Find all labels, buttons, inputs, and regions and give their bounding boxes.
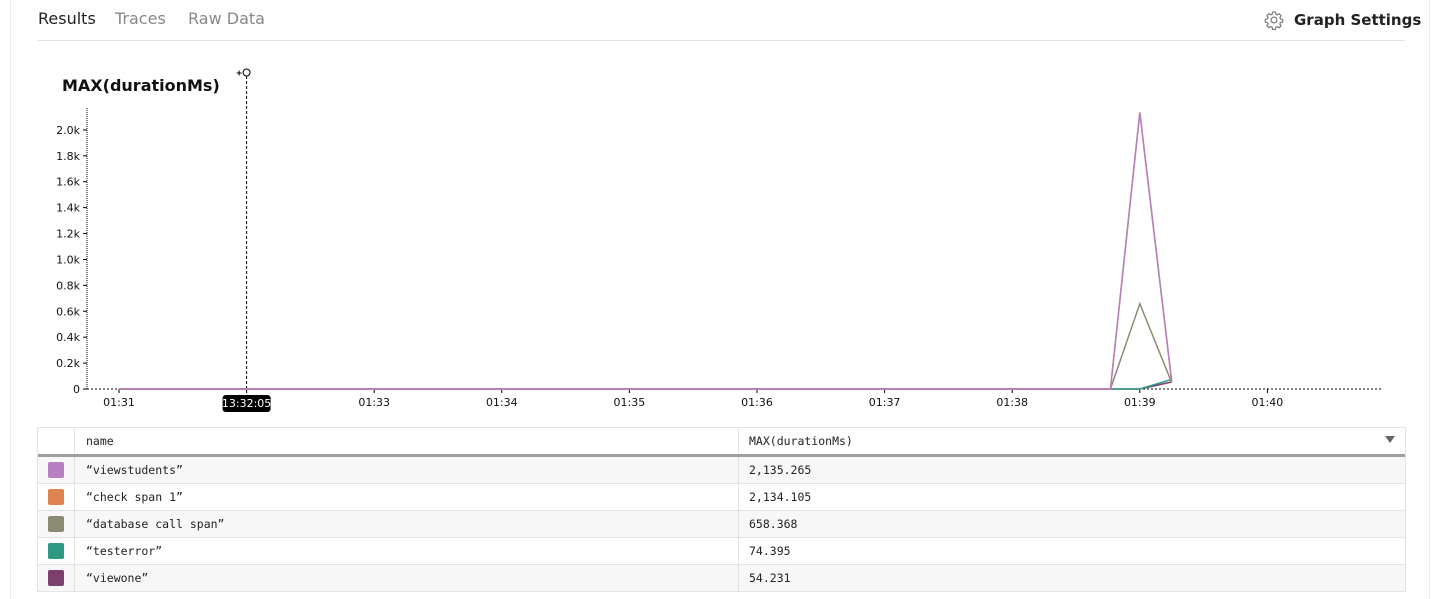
x-tick-label: 01:39 bbox=[1124, 396, 1156, 409]
series-value-cell: 74.395 bbox=[749, 544, 791, 558]
series-name-cell: “viewone” bbox=[75, 565, 739, 591]
x-tick-label: 01:35 bbox=[614, 396, 646, 409]
y-tick-label: 1.0k bbox=[56, 253, 80, 266]
series-line[interactable] bbox=[119, 112, 1173, 390]
series-color-cell bbox=[38, 538, 75, 564]
table-header-row: name MAX(durationMs) bbox=[38, 428, 1405, 457]
series-color-cell bbox=[38, 565, 75, 591]
series-value-cell: 54.231 bbox=[749, 571, 791, 585]
sort-descending-icon[interactable] bbox=[1385, 436, 1395, 443]
table-row[interactable]: “viewstudents” 2,135.265 bbox=[38, 457, 1405, 484]
series-color-swatch[interactable] bbox=[48, 570, 64, 586]
series-line[interactable] bbox=[119, 301, 1173, 390]
series-color-cell bbox=[38, 457, 75, 483]
y-tick-label: 0.2k bbox=[56, 357, 80, 370]
series-color-swatch[interactable] bbox=[48, 489, 64, 505]
header-swatch-cell bbox=[38, 428, 75, 454]
y-tick-label: 1.2k bbox=[56, 228, 80, 241]
column-header-name[interactable]: name bbox=[75, 428, 739, 454]
series-name-cell: “check span 1” bbox=[75, 484, 739, 510]
cursor-handle[interactable] bbox=[242, 68, 251, 77]
table-row[interactable]: “testerror” 74.395 bbox=[38, 538, 1405, 565]
series-color-cell bbox=[38, 511, 75, 537]
cursor-time-label: 13:32:05 bbox=[222, 397, 271, 410]
results-table: name MAX(durationMs) “viewstudents” 2,135… bbox=[37, 427, 1406, 592]
y-tick-label: 0.8k bbox=[56, 279, 80, 292]
series-value-cell: 2,134.105 bbox=[749, 490, 812, 504]
table-row[interactable]: “check span 1” 2,134.105 bbox=[38, 484, 1405, 511]
x-tick-label: 01:37 bbox=[869, 396, 901, 409]
y-tick-label: 0.6k bbox=[56, 305, 80, 318]
x-tick-label: 01:34 bbox=[486, 396, 518, 409]
series-value-cell: 2,135.265 bbox=[749, 463, 812, 477]
y-tick-label: 1.6k bbox=[56, 176, 80, 189]
series-color-cell bbox=[38, 484, 75, 510]
y-tick-label: 0 bbox=[73, 383, 80, 396]
series-color-swatch[interactable] bbox=[48, 462, 64, 478]
duration-line-chart[interactable]: 0 0.2k 0.4k 0.6k 0.8k 1.0k 1.2k 1.4k 1.6k 1.8k 2.0… bbox=[0, 0, 1440, 420]
x-tick-label: 01:38 bbox=[996, 396, 1028, 409]
table-row[interactable]: “viewone” 54.231 bbox=[38, 565, 1405, 592]
y-tick-label: 1.8k bbox=[56, 150, 80, 163]
series-value-cell: 658.368 bbox=[749, 517, 798, 531]
x-tick-label: 01:33 bbox=[358, 396, 390, 409]
series-line[interactable] bbox=[119, 381, 1172, 390]
series-line[interactable] bbox=[119, 378, 1172, 390]
series-color-swatch[interactable] bbox=[48, 543, 64, 559]
x-tick-label: 01:40 bbox=[1252, 396, 1284, 409]
series-name-cell: “viewstudents” bbox=[75, 457, 739, 483]
y-tick-label: 1.4k bbox=[56, 202, 80, 215]
series-name-cell: “database call span” bbox=[75, 511, 739, 537]
series-name-cell: “testerror” bbox=[75, 538, 739, 564]
column-header-max-duration[interactable]: MAX(durationMs) bbox=[739, 428, 1405, 454]
x-tick-label: 01:36 bbox=[741, 396, 773, 409]
y-tick-label: 2.0k bbox=[56, 124, 80, 137]
series-line[interactable] bbox=[119, 112, 1173, 390]
y-tick-label: 0.4k bbox=[56, 331, 80, 344]
table-row[interactable]: “database call span” 658.368 bbox=[38, 511, 1405, 538]
series-color-swatch[interactable] bbox=[48, 516, 64, 532]
x-tick-label: 01:31 bbox=[103, 396, 135, 409]
